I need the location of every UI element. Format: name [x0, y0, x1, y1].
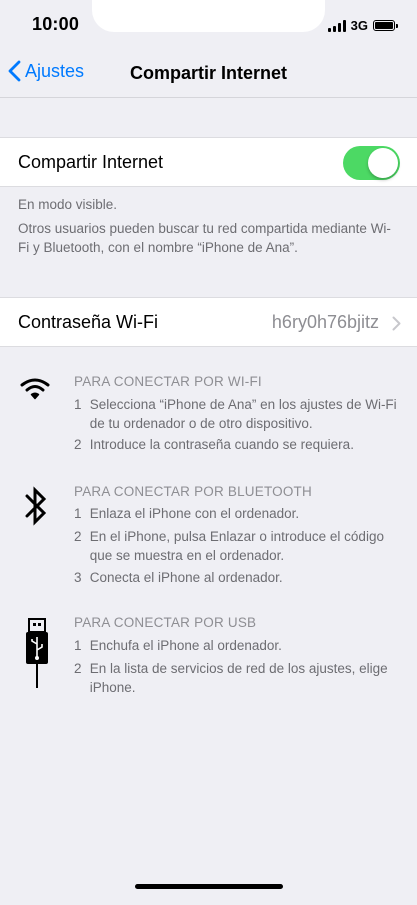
wifi-password-row[interactable]: Contraseña Wi-Fi h6ry0h76bjitz	[0, 297, 417, 347]
hotspot-label: Compartir Internet	[18, 152, 164, 172]
network-type: 3G	[350, 18, 368, 33]
wifi-instructions: PARA CONECTAR POR WI-FI 1 Selecciona “iP…	[0, 372, 417, 472]
navigation-bar: Ajustes Compartir Internet	[0, 48, 417, 98]
wifi-step: 2 Introduce la contraseña cuando se requ…	[74, 437, 354, 452]
toggle-knob	[368, 148, 398, 178]
status-time: 10:00	[32, 14, 80, 34]
wifi-step: 1 Selecciona “iPhone de Ana” en los ajus…	[74, 397, 397, 431]
chevron-right-icon	[392, 316, 401, 331]
wifi-icon	[20, 378, 50, 400]
wifi-password-label: Contraseña Wi-Fi	[18, 312, 159, 332]
signal-icon	[327, 19, 346, 32]
wifi-instructions-title: PARA CONECTAR POR WI-FI	[74, 374, 262, 389]
usb-step: 1 Enchufa el iPhone al ordenador.	[74, 638, 282, 653]
battery-icon	[373, 20, 398, 31]
wifi-password-value: h6ry0h76bjitz	[271, 312, 379, 332]
notch	[92, 0, 325, 32]
visibility-status: En modo visible.	[18, 197, 118, 212]
bluetooth-instructions-title: PARA CONECTAR POR BLUETOOTH	[74, 484, 312, 499]
home-indicator[interactable]	[135, 884, 283, 889]
usb-instructions-title: PARA CONECTAR POR USB	[74, 615, 257, 630]
usb-cable-icon	[26, 618, 48, 688]
usb-step: 2 En la lista de servicios de red de los…	[74, 661, 388, 695]
bluetooth-instructions: PARA CONECTAR POR BLUETOOTH 1 Enlaza el …	[0, 482, 417, 592]
bluetooth-step: 1 Enlaza el iPhone con el ordenador.	[74, 506, 300, 521]
status-bar: 10:00 3G	[0, 0, 417, 48]
hotspot-toggle[interactable]	[343, 146, 400, 180]
status-indicators: 3G	[327, 18, 398, 33]
hotspot-description: Otros usuarios pueden buscar tu red comp…	[18, 221, 391, 255]
usb-instructions: PARA CONECTAR POR USB 1 Enchufa el iPhon…	[0, 613, 417, 703]
phone-screen: 10:00 3G Ajustes Compartir Internet Comp…	[0, 0, 417, 905]
bluetooth-step: 2 En el iPhone, pulsa Enlazar o introduc…	[74, 529, 384, 563]
page-title: Compartir Internet	[129, 63, 288, 83]
bluetooth-step: 3 Conecta el iPhone al ordenador.	[74, 570, 283, 585]
bluetooth-icon	[25, 486, 47, 526]
hotspot-row: Compartir Internet	[0, 137, 417, 187]
